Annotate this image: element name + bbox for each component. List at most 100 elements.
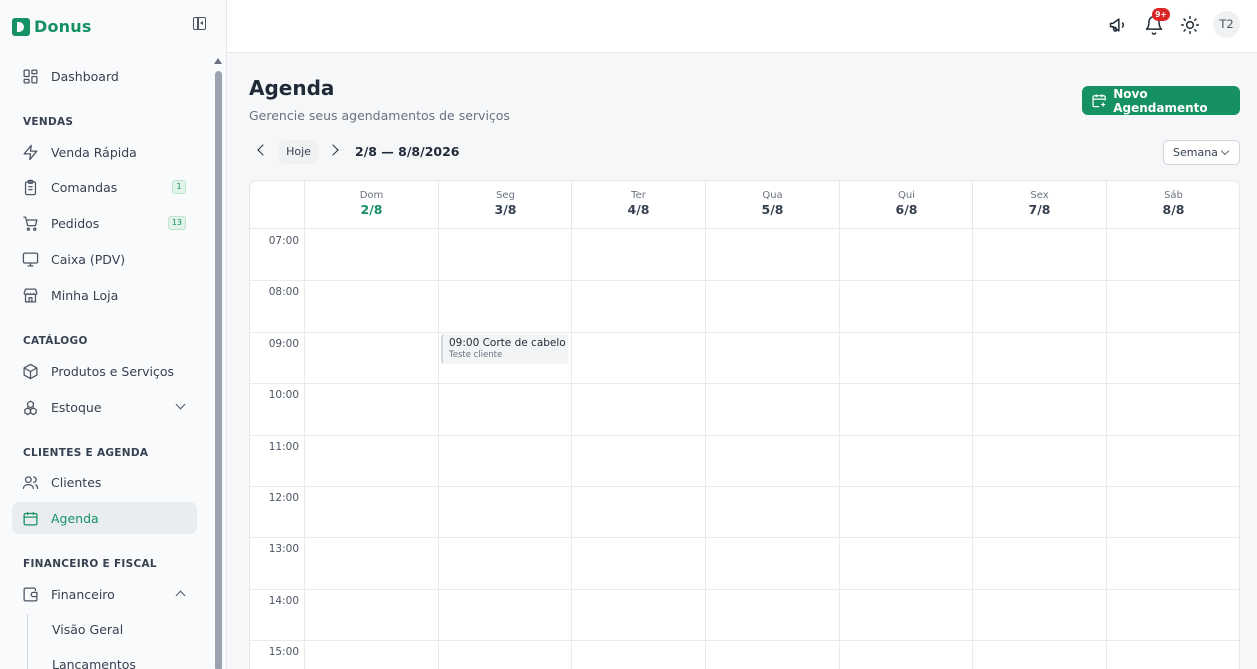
event-client: Teste cliente (449, 350, 503, 360)
sidebar-item-dashboard[interactable]: Dashboard (12, 60, 197, 92)
sidebar-item-agenda[interactable]: Agenda (12, 502, 197, 534)
sidebar-item-estoque[interactable]: Estoque (12, 391, 197, 423)
subtree-line (27, 614, 28, 669)
page-subtitle: Gerencie seus agendamentos de serviços (249, 108, 510, 123)
sidebar-item-pedidos[interactable]: Pedidos 13 (12, 207, 197, 239)
calendar-event[interactable]: 09:00 Corte de cabelo Teste cliente (441, 334, 568, 364)
sidebar-item-minha-loja[interactable]: Minha Loja (12, 279, 197, 311)
sidebar-item-produtos[interactable]: Produtos e Serviços (12, 355, 197, 387)
day-header[interactable]: Ter 4/8 (571, 181, 705, 228)
hour-divider (250, 589, 1239, 590)
sidebar-item-financeiro[interactable]: Financeiro (12, 578, 197, 610)
sidebar-item-label: Pedidos (51, 215, 100, 231)
week-calendar: 09:00 Corte de cabelo Teste cliente Dom 2… (249, 180, 1240, 669)
day-name: Sex (1030, 190, 1049, 201)
event-title: 09:00 Corte de cabelo (449, 337, 566, 349)
sidebar-item-venda-rapida[interactable]: Venda Rápida (12, 136, 197, 168)
section-catalogo: CATÁLOGO (23, 335, 88, 347)
chevron-down-icon (1220, 146, 1230, 156)
time-label: 10:00 (268, 389, 299, 401)
time-label: 09:00 (268, 338, 299, 350)
calendar-icon (23, 511, 38, 526)
hour-divider (250, 280, 1239, 281)
sidebar-scrollbar[interactable] (213, 53, 223, 669)
day-name: Dom (359, 190, 384, 201)
chevron-right-icon[interactable] (327, 144, 339, 156)
sidebar-item-label: Agenda (51, 510, 99, 526)
chevron-left-icon[interactable] (257, 144, 269, 156)
date-range: 2/8 — 8/8/2026 (355, 144, 460, 159)
day-column-divider (839, 228, 840, 669)
collapse-sidebar-icon[interactable] (193, 17, 206, 30)
day-column-divider (438, 228, 439, 669)
day-column-divider (1106, 228, 1107, 669)
notification-badge: 9+ (1152, 8, 1170, 21)
day-date: 6/8 (895, 202, 918, 217)
sidebar-item-clientes[interactable]: Clientes (12, 466, 197, 498)
calendar-plus-icon (1092, 94, 1106, 108)
sidebar-item-label: Clientes (51, 474, 102, 490)
sidebar-item-label: Dashboard (51, 68, 119, 84)
page-title: Agenda (249, 76, 335, 100)
monitor-icon (22, 251, 39, 267)
topbar: 9+ T2 (227, 0, 1257, 53)
day-header[interactable]: Seg 3/8 (438, 181, 572, 228)
time-label: 14:00 (268, 595, 299, 607)
zap-icon (23, 144, 38, 160)
scroll-up-arrow-icon[interactable] (214, 58, 222, 64)
time-label: 15:00 (268, 646, 299, 658)
users-icon (22, 475, 39, 489)
sidebar-item-label: Venda Rápida (51, 144, 137, 160)
package-icon (23, 363, 38, 379)
time-label: 07:00 (268, 235, 299, 247)
app-name: Donus (34, 17, 92, 36)
day-name: Ter (631, 190, 646, 201)
view-select-value: Semana (1173, 146, 1218, 159)
count-badge: 13 (167, 216, 186, 230)
day-column-divider (972, 228, 973, 669)
today-button[interactable]: Hoje (279, 140, 318, 164)
view-select[interactable]: Semana (1163, 140, 1240, 165)
time-label: 13:00 (268, 543, 299, 555)
day-name: Sáb (1164, 190, 1183, 201)
day-column-divider (705, 228, 706, 669)
new-appointment-button[interactable]: Novo Agendamento (1082, 86, 1240, 115)
day-date: 4/8 (627, 202, 650, 217)
wallet-icon (23, 586, 38, 602)
sidebar-item-label: Estoque (51, 399, 102, 415)
day-column-divider (304, 228, 305, 669)
day-name: Qua (762, 190, 783, 201)
chevron-down-icon[interactable] (175, 399, 186, 410)
sun-icon[interactable] (1180, 15, 1200, 35)
day-header[interactable]: Sáb 8/8 (1106, 181, 1239, 228)
avatar[interactable]: T2 (1213, 11, 1240, 38)
hour-divider (250, 383, 1239, 384)
day-date: 3/8 (494, 202, 517, 217)
section-vendas: VENDAS (23, 116, 74, 128)
day-date: 5/8 (761, 202, 784, 217)
sidebar-item-caixa[interactable]: Caixa (PDV) (12, 243, 197, 275)
hour-divider (250, 640, 1239, 641)
store-icon (23, 287, 38, 303)
day-column-divider (571, 228, 572, 669)
day-header[interactable]: Dom 2/8 (304, 181, 438, 228)
sidebar-item-label: Produtos e Serviços (51, 363, 175, 379)
scrollbar-thumb[interactable] (215, 71, 222, 669)
grid-icon (23, 68, 38, 84)
sidebar-subitem-visao-geral[interactable]: Visão Geral (52, 622, 123, 637)
day-header[interactable]: Qui 6/8 (839, 181, 973, 228)
section-financeiro-fiscal: FINANCEIRO E FISCAL (23, 558, 157, 570)
hour-divider (250, 537, 1239, 538)
day-header[interactable]: Sex 7/8 (972, 181, 1106, 228)
sidebar-item-comandas[interactable]: Comandas 1 (12, 171, 197, 203)
megaphone-icon[interactable] (1108, 15, 1128, 35)
time-label: 08:00 (268, 286, 299, 298)
time-label: 12:00 (268, 492, 299, 504)
sidebar-item-label: Comandas (51, 179, 118, 195)
sidebar-item-label: Financeiro (51, 586, 115, 602)
chevron-up-icon[interactable] (175, 590, 186, 601)
day-header[interactable]: Qua 5/8 (705, 181, 839, 228)
sidebar-item-label: Caixa (PDV) (51, 251, 126, 267)
day-name: Seg (496, 190, 515, 201)
sidebar-subitem-lancamentos[interactable]: Lançamentos (52, 657, 136, 669)
